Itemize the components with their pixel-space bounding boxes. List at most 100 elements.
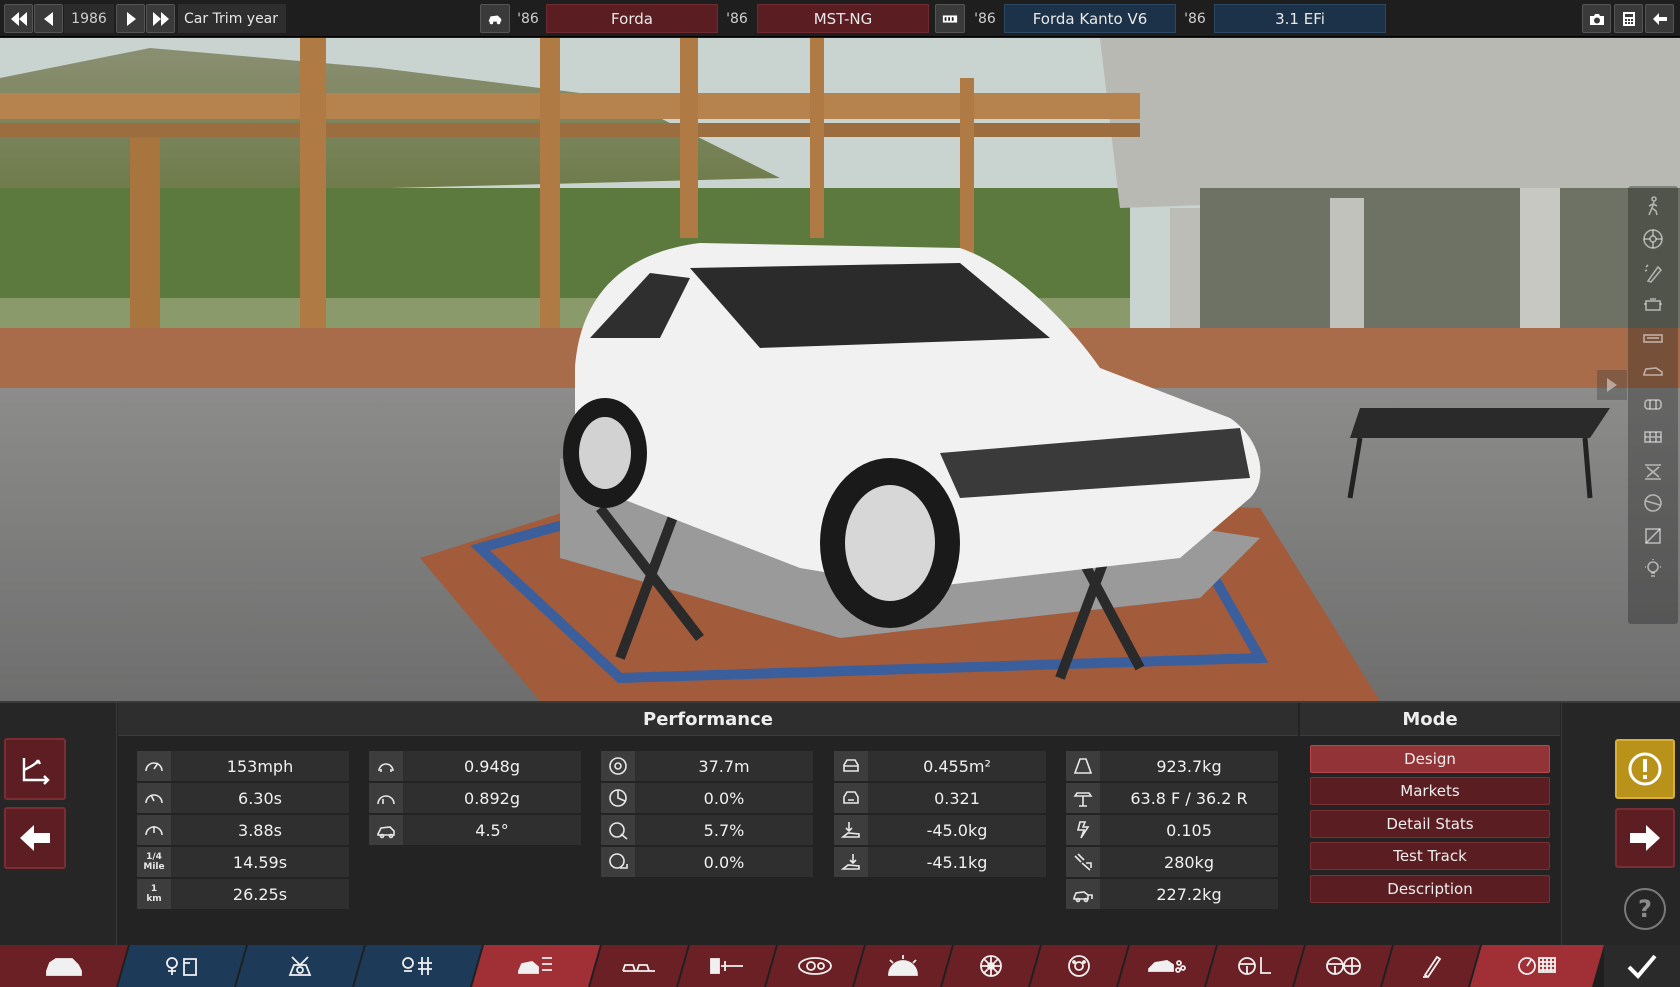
mode-markets-button[interactable]: Markets bbox=[1310, 777, 1550, 805]
camera-icon bbox=[1589, 13, 1604, 25]
stat-cargo-weight: 227.2kg bbox=[1066, 879, 1278, 909]
engine-name-field[interactable]: Forda Kanto V6 bbox=[1004, 4, 1176, 33]
nav-trim-tab[interactable] bbox=[472, 945, 600, 987]
performance-column-speed: 153mph 6.30s 3.88s 1/4 Mile 14.59s 1 km 26… bbox=[137, 751, 349, 911]
cornering-value: 0.948g bbox=[403, 751, 581, 781]
mode-test-track-button[interactable]: Test Track bbox=[1310, 842, 1550, 870]
nav-testing-tab[interactable] bbox=[1470, 945, 1604, 987]
variant-year-prefix: '86 bbox=[1184, 10, 1206, 27]
camera-angle-icon bbox=[22, 758, 50, 785]
side-tools-toggle-button[interactable] bbox=[1597, 370, 1627, 400]
nav-car-model-tab[interactable] bbox=[0, 945, 128, 987]
brake-wear-value: 5.7% bbox=[635, 815, 813, 845]
frontal-area-icon bbox=[834, 751, 868, 781]
year-previous-button[interactable] bbox=[34, 4, 63, 33]
acceleration-value: 6.30s bbox=[171, 783, 349, 813]
stat-brake-lock: 0.0% bbox=[601, 847, 813, 877]
braking-distance-icon bbox=[601, 751, 635, 781]
wheel-view-button[interactable] bbox=[1641, 227, 1665, 251]
cargo-weight-value: 227.2kg bbox=[1100, 879, 1278, 909]
confirm-button[interactable] bbox=[1604, 945, 1680, 987]
square-icon bbox=[1645, 528, 1661, 544]
wheel-icon bbox=[1643, 229, 1663, 249]
braking-distance-value: 37.7m bbox=[635, 751, 813, 781]
grid-icon bbox=[1644, 431, 1662, 443]
walk-view-button[interactable] bbox=[1641, 194, 1665, 218]
stat-cornering-alt: 0.892g bbox=[369, 783, 581, 813]
power-to-weight-value: 0.105 bbox=[1100, 815, 1278, 845]
acceleration-icon bbox=[137, 783, 171, 813]
help-button[interactable]: ? bbox=[1624, 888, 1666, 930]
engine-view-button[interactable] bbox=[1641, 293, 1665, 317]
stat-km-time: 1 km 26.25s bbox=[137, 879, 349, 909]
background-view-button[interactable] bbox=[1641, 524, 1665, 548]
warnings-button[interactable] bbox=[1615, 739, 1675, 799]
car-model-button[interactable] bbox=[480, 4, 510, 33]
paint-view-button[interactable] bbox=[1641, 260, 1665, 284]
brake-disc-icon bbox=[1059, 953, 1099, 979]
nav-aero-tab[interactable] bbox=[1118, 945, 1216, 987]
forward-icon bbox=[126, 11, 136, 26]
car-make-field[interactable]: Forda bbox=[546, 4, 718, 33]
car-year-prefix: '86 bbox=[517, 10, 539, 27]
exit-button[interactable] bbox=[1645, 4, 1674, 33]
lift-view-button[interactable] bbox=[1641, 458, 1665, 482]
back-button[interactable] bbox=[4, 807, 66, 869]
year-last-button[interactable] bbox=[146, 4, 175, 33]
year-first-button[interactable] bbox=[4, 4, 33, 33]
drag-coefficient-icon bbox=[834, 783, 868, 813]
walking-person-icon bbox=[1648, 196, 1658, 216]
next-button[interactable] bbox=[1615, 808, 1675, 868]
side-view-button[interactable] bbox=[1641, 359, 1665, 383]
tow-weight-icon bbox=[1066, 847, 1100, 877]
stat-quarter-mile: 1/4 Mile 14.59s bbox=[137, 847, 349, 877]
tow-weight-value: 280kg bbox=[1100, 847, 1278, 877]
safety-icon bbox=[1323, 953, 1363, 979]
performance-column-weight: 923.7kg 63.8 F / 36.2 R 0.105 280kg 227.… bbox=[1066, 751, 1278, 911]
weight-icon bbox=[1066, 751, 1100, 781]
cornering-alt-value: 0.892g bbox=[403, 783, 581, 813]
exclamation-circle-icon bbox=[1628, 752, 1662, 786]
interior-view-button[interactable] bbox=[1641, 491, 1665, 515]
km-time-value: 26.25s bbox=[171, 879, 349, 909]
lighting-button[interactable] bbox=[1641, 557, 1665, 581]
stat-brake-fade: 0.0% bbox=[601, 783, 813, 813]
camera-angle-button[interactable] bbox=[4, 738, 66, 800]
nav-chassis-tab[interactable] bbox=[590, 945, 688, 987]
mode-design-button[interactable]: Design bbox=[1310, 745, 1550, 773]
mode-detail-stats-button[interactable]: Detail Stats bbox=[1310, 810, 1550, 838]
nav-wheels-tab[interactable] bbox=[942, 945, 1040, 987]
left-actions bbox=[0, 703, 117, 945]
brake-fade-value: 0.0% bbox=[635, 783, 813, 813]
stat-weight-distribution: 63.8 F / 36.2 R bbox=[1066, 783, 1278, 813]
calculator-button[interactable] bbox=[1614, 4, 1643, 33]
car-viewport[interactable] bbox=[0, 38, 1680, 701]
nav-suspension-tab[interactable] bbox=[678, 945, 776, 987]
model-name-field[interactable]: MST-NG bbox=[757, 4, 929, 33]
nav-body-tab[interactable] bbox=[854, 945, 952, 987]
nav-safety-tab[interactable] bbox=[1294, 945, 1392, 987]
nav-engine-tab[interactable] bbox=[236, 945, 364, 987]
engine-bay-view-button[interactable] bbox=[1641, 425, 1665, 449]
speedometer-flag-icon bbox=[1517, 953, 1557, 979]
top-view-button[interactable] bbox=[1641, 392, 1665, 416]
design-stages-nav bbox=[0, 945, 1680, 987]
nav-fixtures-tab[interactable] bbox=[766, 945, 864, 987]
mode-description-button[interactable]: Description bbox=[1310, 875, 1550, 903]
exit-arrow-icon bbox=[1652, 12, 1667, 25]
quarter-mile-icon: 1/4 Mile bbox=[137, 847, 171, 877]
body-roll-icon bbox=[369, 815, 403, 845]
nav-brakes-tab[interactable] bbox=[1030, 945, 1128, 987]
nav-interior-tab[interactable] bbox=[1206, 945, 1304, 987]
screenshot-button[interactable] bbox=[1582, 4, 1611, 33]
engine-variant-field[interactable]: 3.1 EFi bbox=[1214, 4, 1386, 33]
nav-paint-tab[interactable] bbox=[1382, 945, 1480, 987]
weight-distribution-value: 63.8 F / 36.2 R bbox=[1100, 783, 1278, 813]
year-next-button[interactable] bbox=[116, 4, 145, 33]
engine-button[interactable] bbox=[935, 4, 965, 33]
bumper-view-button[interactable] bbox=[1641, 326, 1665, 350]
headlight-icon bbox=[795, 953, 835, 979]
nav-engine-tuning-tab[interactable] bbox=[354, 945, 482, 987]
performance-column-braking: 37.7m 0.0% 5.7% 0.0% bbox=[601, 751, 813, 879]
nav-engine-family-tab[interactable] bbox=[118, 945, 246, 987]
